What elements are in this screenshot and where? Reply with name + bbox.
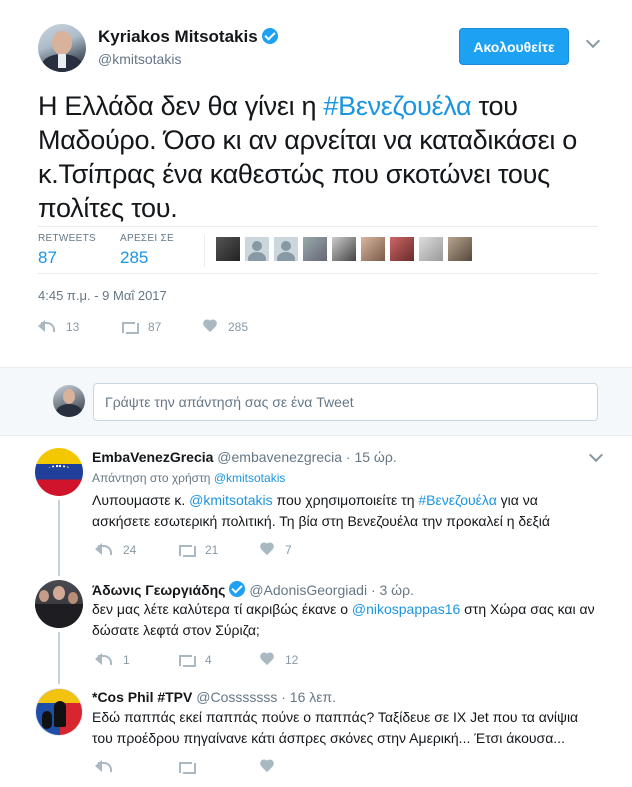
liker-avatar[interactable] [361, 237, 385, 261]
like-action[interactable] [259, 760, 285, 774]
reply-time[interactable]: · 15 ώρ. [346, 449, 397, 465]
heart-icon [259, 653, 275, 667]
likes-stat[interactable]: ΑΡΕΣΕΙ ΣΕ 285 [120, 233, 174, 268]
reply-count: 13 [66, 320, 80, 334]
tweet-text-part: Η Ελλάδα δεν θα γίνει η [38, 91, 324, 121]
reply-composer: Γράψτε την απάντησή σας σε ένα Tweet [0, 367, 632, 436]
reply-count: 24 [123, 543, 137, 557]
retweet-icon [120, 320, 139, 334]
reply-author-handle[interactable]: @AdonisGeorgiadi [249, 582, 367, 598]
follow-button[interactable]: Ακολουθείτε [459, 28, 569, 65]
chevron-down-icon[interactable] [585, 33, 601, 49]
heart-icon [259, 543, 275, 557]
chevron-down-icon[interactable] [588, 447, 604, 463]
liker-avatar[interactable] [245, 237, 269, 261]
reply-author[interactable]: Άδωνις Γεωργιάδης @AdonisGeorgiadi · 3 ώ… [92, 581, 414, 598]
reply-text: Εδώ παππάς εκεί παππάς πούνε ο παππάς? Τ… [92, 709, 579, 746]
like-count: 285 [228, 320, 249, 334]
heart-icon [259, 760, 275, 774]
retweet-count: 21 [205, 543, 219, 557]
likes-label: ΑΡΕΣΕΙ ΣΕ [120, 233, 174, 244]
reply-to-prefix: Απάντηση στο χρήστη [92, 471, 211, 485]
verified-icon [261, 28, 278, 44]
reply-time[interactable]: · 3 ώρ. [371, 582, 414, 598]
retweets-label: RETWEETS [38, 233, 96, 244]
liker-avatar[interactable] [419, 237, 443, 261]
verified-icon [229, 581, 246, 597]
reply-author-handle[interactable]: @Cosssssss [196, 689, 277, 705]
retweet-action[interactable]: 21 [177, 543, 218, 557]
retweet-action[interactable]: 87 [120, 320, 161, 334]
retweet-count: 87 [148, 320, 162, 334]
hashtag-link[interactable]: #Βενεζουέλα [418, 492, 496, 508]
retweet-icon [177, 543, 196, 557]
like-count: 7 [285, 543, 292, 557]
reply-author-name[interactable]: *Cos Phil #TPV [92, 689, 192, 705]
author-name-text[interactable]: Kyriakos Mitsotakis [98, 27, 258, 46]
retweet-icon [177, 760, 196, 774]
stats-divider [204, 235, 205, 267]
reply-author-avatar[interactable] [35, 688, 83, 736]
tweet-header: Kyriakos Mitsotakis @kmitsotakis Ακολουθ… [38, 24, 632, 76]
retweet-action[interactable] [177, 760, 205, 774]
reply-author-avatar[interactable] [35, 580, 83, 628]
reply-author-name[interactable]: Άδωνις Γεωργιάδης [92, 582, 225, 598]
liker-avatar[interactable] [332, 237, 356, 261]
author-name[interactable]: Kyriakos Mitsotakis [98, 27, 278, 47]
author-avatar[interactable] [38, 24, 86, 72]
mention-link[interactable]: @nikospappas16 [352, 601, 460, 617]
reply-text: Λυπουμαστε κ. @kmitsotakis που χρησιμοπο… [92, 490, 597, 532]
reply-time[interactable]: · 16 λεπ. [281, 689, 336, 705]
like-count: 12 [285, 653, 299, 667]
reply-icon [95, 653, 113, 667]
thread-line [58, 500, 60, 576]
reply-author-handle[interactable]: @embavenezgrecia [217, 449, 342, 465]
reply-text-part: που χρησιμοποιείτε τη [272, 492, 419, 508]
likes-count[interactable]: 285 [120, 248, 174, 268]
retweets-stat[interactable]: RETWEETS 87 [38, 233, 96, 268]
reply-icon [95, 760, 113, 774]
author-handle[interactable]: @kmitsotakis [98, 51, 181, 67]
liker-avatar[interactable] [303, 237, 327, 261]
tweet-stats: RETWEETS 87 ΑΡΕΣΕΙ ΣΕ 285 [38, 226, 598, 274]
heart-icon [202, 320, 218, 334]
liker-avatars [216, 237, 472, 261]
like-action[interactable]: 285 [202, 320, 248, 334]
tweet-text: Η Ελλάδα δεν θα γίνει η #Βενεζουέλα του … [38, 89, 608, 225]
reply-action[interactable]: 13 [38, 320, 79, 334]
mention-link[interactable]: @kmitsotakis [189, 492, 272, 508]
reply-author[interactable]: *Cos Phil #TPV @Cosssssss · 16 λεπ. [92, 689, 336, 705]
tweet-timestamp[interactable]: 4:45 π.μ. - 9 Μαΐ 2017 [38, 288, 167, 303]
retweet-icon [177, 653, 196, 667]
like-action[interactable]: 7 [259, 543, 292, 557]
reply-count: 1 [123, 653, 130, 667]
liker-avatar[interactable] [274, 237, 298, 261]
reply-text-part: δεν μας λέτε καλύτερα τί ακριβώς έκανε ο [92, 601, 352, 617]
reply-author[interactable]: EmbaVenezGrecia @embavenezgrecia · 15 ώρ… [92, 449, 397, 465]
reply-text: δεν μας λέτε καλύτερα τί ακριβώς έκανε ο… [92, 599, 597, 641]
like-action[interactable]: 12 [259, 653, 298, 667]
reply-to-mention[interactable]: @kmitsotakis [214, 471, 286, 485]
retweet-action[interactable]: 4 [177, 653, 212, 667]
hashtag-link[interactable]: #Βενεζουέλα [323, 91, 471, 121]
retweets-count[interactable]: 87 [38, 248, 96, 268]
reply-action[interactable] [95, 760, 123, 774]
reply-icon [38, 320, 56, 334]
retweet-count: 4 [205, 653, 212, 667]
liker-avatar[interactable] [216, 237, 240, 261]
reply-action[interactable]: 1 [95, 653, 130, 667]
liker-avatar[interactable] [448, 237, 472, 261]
reply-action[interactable]: 24 [95, 543, 136, 557]
reply-icon [95, 543, 113, 557]
current-user-avatar [53, 385, 85, 417]
reply-input[interactable]: Γράψτε την απάντησή σας σε ένα Tweet [93, 383, 598, 421]
reply-author-avatar[interactable] [35, 448, 83, 496]
liker-avatar[interactable] [390, 237, 414, 261]
reply-text-part: Λυπουμαστε κ. [92, 492, 190, 508]
reply-to-line: Απάντηση στο χρήστη @kmitsotakis [92, 471, 285, 485]
thread-line [58, 632, 60, 684]
reply-author-name[interactable]: EmbaVenezGrecia [92, 449, 213, 465]
